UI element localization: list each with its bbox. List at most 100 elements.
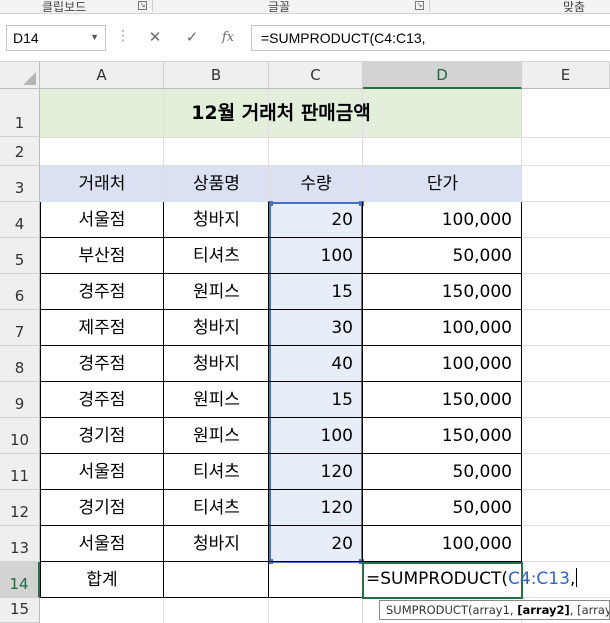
- gridline: [522, 417, 610, 418]
- tooltip-function: SUMPRODUCT(: [386, 603, 473, 617]
- tooltip-arg-array3[interactable]: [array3],: [577, 603, 609, 617]
- gridline: [522, 525, 610, 526]
- quantity-cell[interactable]: 120: [269, 490, 363, 526]
- total-label[interactable]: 합계: [40, 562, 164, 598]
- row-header-14[interactable]: 14: [0, 562, 40, 598]
- row-header-8[interactable]: 8: [0, 346, 40, 382]
- chevron-down-icon[interactable]: ▼: [90, 32, 99, 42]
- name-box[interactable]: D14 ▼: [6, 25, 106, 51]
- price-cell[interactable]: 150,000: [363, 382, 522, 418]
- font-group-label: 글꼴: [268, 0, 291, 14]
- header-cell[interactable]: 거래처: [40, 166, 164, 202]
- formula-input[interactable]: =SUMPRODUCT(C4:C13,: [251, 25, 610, 51]
- product-cell[interactable]: 청바지: [164, 346, 269, 382]
- row-header-4[interactable]: 4: [0, 202, 40, 238]
- function-arguments-tooltip[interactable]: SUMPRODUCT(array1, [array2], [array3],: [379, 600, 610, 620]
- select-all-button[interactable]: [0, 62, 40, 89]
- price-cell[interactable]: 50,000: [363, 490, 522, 526]
- product-cell[interactable]: 청바지: [164, 526, 269, 562]
- ribbon-separator: [152, 0, 153, 12]
- drag-handle-icon[interactable]: ⋮: [116, 27, 130, 44]
- cancel-button[interactable]: ✕: [143, 28, 167, 50]
- store-cell[interactable]: 서울점: [40, 202, 164, 238]
- clipboard-group-label: 클립보드: [42, 0, 87, 14]
- gridline: [522, 201, 610, 202]
- formula-text: =SUMPRODUCT(C4:C13,: [261, 30, 426, 46]
- product-cell[interactable]: 티셔츠: [164, 490, 269, 526]
- store-cell[interactable]: 경주점: [40, 274, 164, 310]
- gridline: [522, 309, 610, 310]
- font-launcher-icon[interactable]: ↘: [415, 1, 424, 10]
- price-cell[interactable]: 150,000: [363, 274, 522, 310]
- gridline: [522, 597, 610, 598]
- row-header-6[interactable]: 6: [0, 274, 40, 310]
- tooltip-separator: ,: [569, 603, 578, 617]
- sheet-title[interactable]: 12월 거래처 판매금액: [40, 89, 522, 137]
- price-cell[interactable]: 50,000: [363, 238, 522, 274]
- quantity-cell[interactable]: 40: [269, 346, 363, 382]
- row-header-5[interactable]: 5: [0, 238, 40, 274]
- price-cell[interactable]: 150,000: [363, 418, 522, 454]
- store-cell[interactable]: 경기점: [40, 490, 164, 526]
- price-cell[interactable]: 50,000: [363, 454, 522, 490]
- quantity-cell[interactable]: 20: [269, 202, 363, 238]
- store-cell[interactable]: 경주점: [40, 346, 164, 382]
- column-header-c[interactable]: C: [269, 62, 363, 89]
- quantity-cell[interactable]: 100: [269, 238, 363, 274]
- header-cell[interactable]: 단가: [363, 166, 522, 202]
- formula-range-ref: C4:C13: [508, 569, 570, 589]
- row-header-9[interactable]: 9: [0, 382, 40, 418]
- product-cell[interactable]: 티셔츠: [164, 454, 269, 490]
- price-cell[interactable]: 100,000: [363, 202, 522, 238]
- header-cell[interactable]: 수량: [269, 166, 363, 202]
- row-header-2[interactable]: 2: [0, 137, 40, 166]
- store-cell[interactable]: 제주점: [40, 310, 164, 346]
- row-header-13[interactable]: 13: [0, 526, 40, 562]
- name-box-value: D14: [13, 30, 39, 46]
- quantity-cell[interactable]: 15: [269, 274, 363, 310]
- quantity-cell[interactable]: 100: [269, 418, 363, 454]
- column-header-b[interactable]: B: [164, 62, 269, 89]
- price-cell[interactable]: 100,000: [363, 346, 522, 382]
- insert-function-button[interactable]: fx: [216, 28, 240, 50]
- product-cell[interactable]: 원피스: [164, 382, 269, 418]
- quantity-cell[interactable]: 15: [269, 382, 363, 418]
- quantity-cell[interactable]: 120: [269, 454, 363, 490]
- product-cell[interactable]: 원피스: [164, 418, 269, 454]
- enter-button[interactable]: ✓: [180, 28, 204, 50]
- row-header-10[interactable]: 10: [0, 418, 40, 454]
- product-cell[interactable]: 티셔츠: [164, 238, 269, 274]
- store-cell[interactable]: 서울점: [40, 526, 164, 562]
- header-cell[interactable]: 상품명: [164, 166, 269, 202]
- quantity-cell[interactable]: 20: [269, 526, 363, 562]
- tooltip-arg-array2[interactable]: [array2]: [517, 603, 570, 617]
- store-cell[interactable]: 경주점: [40, 382, 164, 418]
- store-cell[interactable]: 경기점: [40, 418, 164, 454]
- column-header-d[interactable]: D: [363, 62, 522, 89]
- product-cell[interactable]: 청바지: [164, 310, 269, 346]
- row-header-1[interactable]: 1: [0, 89, 40, 137]
- column-header-a[interactable]: A: [40, 62, 164, 89]
- store-cell[interactable]: 서울점: [40, 454, 164, 490]
- price-cell[interactable]: 100,000: [363, 526, 522, 562]
- column-header-e[interactable]: E: [522, 62, 610, 89]
- gridline: [268, 598, 269, 623]
- gridline: [522, 381, 610, 382]
- row-header-3[interactable]: 3: [0, 166, 40, 202]
- quantity-cell[interactable]: 30: [269, 310, 363, 346]
- product-cell[interactable]: 청바지: [164, 202, 269, 238]
- row-header-12[interactable]: 12: [0, 490, 40, 526]
- formula-suffix: ,: [569, 569, 576, 589]
- gridline: [522, 345, 610, 346]
- row-header-15[interactable]: 15: [0, 598, 40, 623]
- text-caret: [576, 568, 578, 587]
- row-header-7[interactable]: 7: [0, 310, 40, 346]
- store-cell[interactable]: 부산점: [40, 238, 164, 274]
- row-header-11[interactable]: 11: [0, 454, 40, 490]
- product-cell[interactable]: 원피스: [164, 274, 269, 310]
- price-cell[interactable]: 100,000: [363, 310, 522, 346]
- gridline: [163, 598, 164, 623]
- clipboard-launcher-icon[interactable]: ↘: [138, 1, 147, 10]
- tooltip-arg-array1[interactable]: array1: [472, 603, 509, 617]
- gridline: [522, 273, 610, 274]
